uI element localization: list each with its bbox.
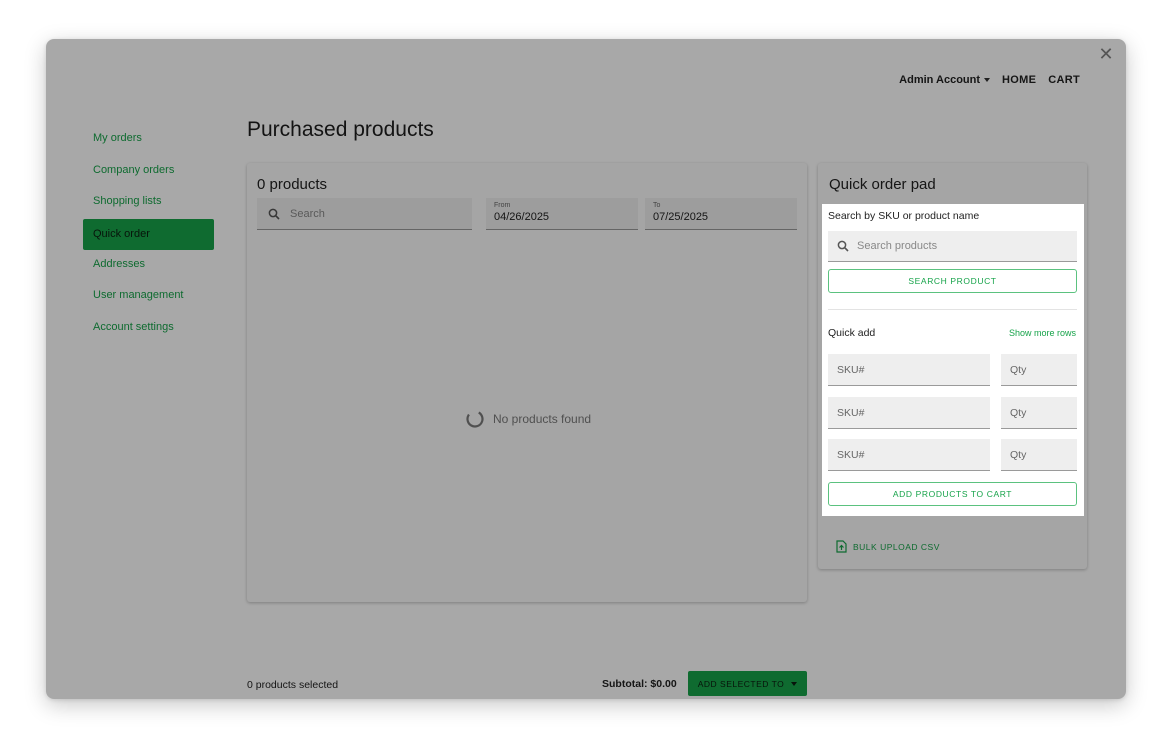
qty-input-1[interactable]: Qty <box>1001 354 1077 386</box>
page-title: Purchased products <box>247 118 434 141</box>
sidebar-item-account-settings[interactable]: Account settings <box>83 316 214 348</box>
search-icon <box>837 240 849 252</box>
empty-state: No products found <box>465 409 591 429</box>
from-date-value: 04/26/2025 <box>494 211 550 223</box>
close-icon[interactable]: ✕ <box>1096 43 1116 65</box>
search-placeholder: Search <box>290 207 325 220</box>
highlight-layer: Search by SKU or product name Search pro… <box>818 163 1087 569</box>
search-by-sku-label: Search by SKU or product name <box>828 210 980 222</box>
cart-link[interactable]: CART <box>1048 74 1080 86</box>
qty-input-2[interactable]: Qty <box>1001 397 1077 429</box>
add-products-to-cart-button[interactable]: ADD PRODUCTS TO CART <box>828 482 1077 506</box>
qty-input-3[interactable]: Qty <box>1001 439 1077 471</box>
quick-add-label: Quick add <box>828 327 876 339</box>
account-menu-label: Admin Account <box>899 74 981 86</box>
account-menu[interactable]: Admin Account <box>899 74 991 86</box>
to-date-value: 07/25/2025 <box>653 211 709 223</box>
search-products-placeholder: Search products <box>857 240 938 252</box>
show-more-rows-link[interactable]: Show more rows <box>1009 328 1076 338</box>
products-search-input[interactable]: Search <box>257 198 472 230</box>
sku-input-2[interactable]: SKU# <box>828 397 990 429</box>
sidebar-item-my-orders[interactable]: My orders <box>83 127 214 159</box>
add-selected-label: ADD SELECTED TO <box>697 678 785 689</box>
products-count-title: 0 products <box>257 176 328 193</box>
sidebar-item-addresses[interactable]: Addresses <box>83 253 214 285</box>
purchased-products-card: 0 products Search From 04/26/2025 To 07/… <box>247 163 807 602</box>
sidebar-item-user-management[interactable]: User management <box>83 284 214 316</box>
caret-down-icon <box>984 78 991 82</box>
sidebar-item-quick-order[interactable]: Quick order <box>83 218 214 250</box>
sidebar-item-company-orders[interactable]: Company orders <box>83 159 214 191</box>
sidebar-item-shopping-lists[interactable]: Shopping lists <box>83 190 214 222</box>
empty-state-text: No products found <box>493 412 592 426</box>
to-date-field[interactable]: To 07/25/2025 <box>645 198 797 230</box>
sku-input-1[interactable]: SKU# <box>828 354 990 386</box>
loading-spinner-icon <box>466 410 484 428</box>
from-date-label: From <box>494 202 511 209</box>
caret-down-icon <box>791 681 798 686</box>
divider <box>828 309 1077 310</box>
sku-input-3[interactable]: SKU# <box>828 439 990 471</box>
sidebar: My orders Company orders Shopping lists … <box>83 127 214 347</box>
search-product-button[interactable]: SEARCH PRODUCT <box>828 269 1077 293</box>
home-link[interactable]: HOME <box>1002 74 1036 86</box>
app-window: Admin Account HOME CART My orders Compan… <box>46 39 1126 699</box>
subtotal: Subtotal: $0.00 <box>602 678 677 690</box>
to-date-label: To <box>653 202 661 209</box>
selected-count: 0 products selected <box>247 679 339 691</box>
from-date-field[interactable]: From 04/26/2025 <box>486 198 638 230</box>
add-selected-to-button[interactable]: ADD SELECTED TO <box>688 671 807 696</box>
search-products-input[interactable]: Search products <box>828 231 1077 262</box>
top-nav: Admin Account HOME CART <box>899 74 1080 86</box>
quick-order-panel: Search by SKU or product name Search pro… <box>822 204 1084 516</box>
search-icon <box>268 208 280 220</box>
